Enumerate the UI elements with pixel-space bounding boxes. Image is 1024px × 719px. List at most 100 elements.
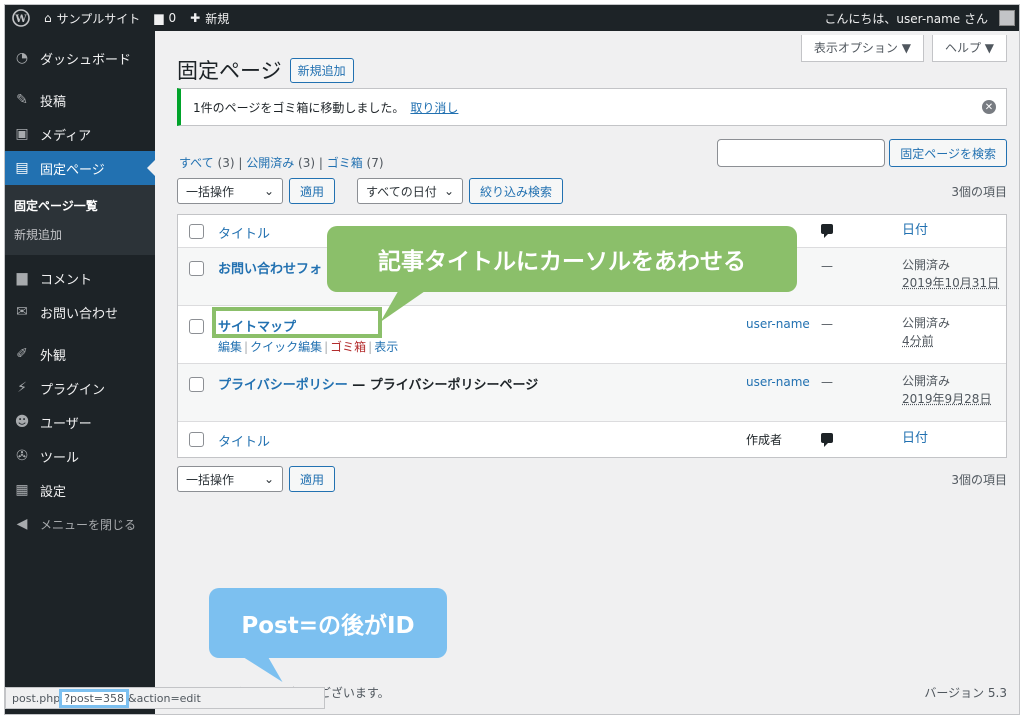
chevron-down-icon: ⌄ (443, 184, 455, 198)
title-highlight-box (212, 307, 382, 338)
user-icon: ☻ (14, 414, 30, 430)
callout-hover-title: 記事タイトルにカーソルをあわせる (327, 226, 797, 292)
collapse-menu-button[interactable]: ◀ メニューを閉じる (5, 507, 155, 541)
view-link[interactable]: 表示 (374, 340, 398, 354)
trash-link[interactable]: ゴミ箱 (330, 340, 366, 354)
sidebar-item-settings[interactable]: ▦ 設定 (5, 473, 155, 507)
success-notice: 1件のページをゴミ箱に移動しました。 取り消し ✕ (177, 88, 1007, 126)
column-author-footer: 作成者 (746, 433, 783, 447)
home-icon: ⌂ (44, 11, 52, 25)
my-account-link[interactable]: こんにちは、user-name さん (817, 5, 1019, 31)
sidebar-item-users[interactable]: ☻ ユーザー (5, 405, 155, 439)
media-icon: ▣ (15, 126, 29, 142)
brush-icon: ✐ (16, 346, 28, 362)
date-cell: 公開済み 2019年10月31日 (902, 258, 1000, 290)
column-title-header[interactable]: タイトル (218, 223, 270, 242)
bulk-action-select[interactable]: 一括操作 ⌄ (177, 466, 283, 492)
items-count: 3個の項目 (951, 184, 1007, 199)
sidebar-item-pages[interactable]: ▤ 固定ページ (5, 151, 155, 185)
column-date-footer[interactable]: 日付 (902, 430, 928, 448)
select-all-checkbox[interactable] (189, 224, 204, 239)
new-content-link[interactable]: ✚ 新規 (183, 5, 236, 31)
comments-link[interactable]: ▆ 0 (147, 5, 183, 31)
help-button[interactable]: ヘルプ ▼ (931, 35, 1007, 62)
tablenav-top: 一括操作 ⌄ 適用 すべての日付 ⌄ 絞り込み検索 3個の項目 (177, 177, 1007, 205)
page-title-link[interactable]: お問い合わせフォ (218, 258, 322, 277)
wrench-icon: ✇ (16, 448, 28, 464)
post-id-highlight: ?post=358 (59, 688, 130, 708)
edit-link[interactable]: 編集 (218, 340, 242, 354)
table-row: プライバシーポリシー — プライバシーポリシーページ user-name — 公… (178, 364, 1006, 422)
filter-button[interactable]: 絞り込み検索 (469, 178, 564, 204)
author-link[interactable]: user-name (746, 375, 810, 389)
plus-icon: ✚ (190, 11, 201, 25)
apply-button[interactable]: 適用 (289, 466, 336, 492)
dashboard-icon: ◔ (15, 50, 29, 66)
avatar (999, 10, 1015, 26)
page-title-cell: プライバシーポリシー — プライバシーポリシーページ (218, 378, 539, 393)
search-input[interactable] (717, 139, 886, 167)
dismiss-icon[interactable]: ✕ (982, 100, 996, 114)
page-title: 固定ページ (177, 59, 282, 83)
admin-bar: W ⌂ サンプルサイト ▆ 0 ✚ 新規 こんにちは、user-name さん (5, 5, 1019, 31)
settings-icon: ▦ (15, 482, 29, 498)
bulk-action-select[interactable]: 一括操作 ⌄ (177, 178, 283, 204)
wordpress-icon: W (12, 9, 30, 27)
date-filter-select[interactable]: すべての日付 ⌄ (357, 178, 464, 204)
apply-button[interactable]: 適用 (289, 178, 336, 204)
chevron-down-icon: ⌄ (263, 472, 274, 486)
sidebar-item-comments[interactable]: ▆ コメント (5, 261, 155, 295)
sidebar-item-appearance[interactable]: ✐ 外観 (5, 337, 155, 371)
sidebar-item-tools[interactable]: ✇ ツール (5, 439, 155, 473)
callout-post-id: Post=の後がID (209, 588, 447, 658)
page-title-link[interactable]: プライバシーポリシー (218, 378, 348, 393)
table-footer: タイトル 作成者 日付 (178, 422, 1006, 457)
comment-icon (821, 223, 833, 238)
tablenav-bottom: 一括操作 ⌄ 適用 3個の項目 (177, 465, 1007, 493)
search-pages-button[interactable]: 固定ページを検索 (889, 139, 1007, 167)
row-checkbox[interactable] (189, 377, 204, 392)
browser-frame: W ⌂ サンプルサイト ▆ 0 ✚ 新規 こんにちは、user-name さん … (4, 4, 1020, 715)
submenu-add-new[interactable]: 新規追加 (5, 220, 155, 249)
filter-published[interactable]: 公開済み (246, 156, 294, 170)
site-name-link[interactable]: ⌂ サンプルサイト (37, 5, 147, 31)
wordpress-logo[interactable]: W (5, 5, 37, 31)
sidebar-item-contact[interactable]: ✉ お問い合わせ (5, 295, 155, 329)
submenu-all-pages[interactable]: 固定ページ一覧 (5, 191, 155, 220)
select-all-checkbox[interactable] (189, 432, 204, 447)
row-checkbox[interactable] (189, 261, 204, 276)
row-checkbox[interactable] (189, 319, 204, 334)
comment-icon: ▆ (154, 11, 164, 25)
comment-icon: ▆ (16, 270, 28, 286)
sidebar-item-posts[interactable]: ✎ 投稿 (5, 83, 155, 117)
plugin-icon: ⚡ (17, 380, 27, 396)
undo-link[interactable]: 取り消し (410, 99, 458, 116)
quick-edit-link[interactable]: クイック編集 (250, 340, 322, 354)
items-count: 3個の項目 (951, 472, 1007, 487)
comment-icon (821, 432, 833, 447)
screen-options-button[interactable]: 表示オプション ▼ (800, 35, 924, 62)
page-icon: ▤ (15, 160, 29, 176)
browser-status-bar: post.php ?post=358 &action=edit (5, 687, 325, 709)
pin-icon: ✎ (16, 92, 28, 108)
sidebar-item-dashboard[interactable]: ◔ ダッシュボード (5, 41, 155, 75)
column-title-footer[interactable]: タイトル (218, 431, 270, 450)
status-filters: すべて (3) | 公開済み (3) | ゴミ箱 (7) (179, 156, 384, 170)
date-cell: 公開済み 2019年9月28日 (902, 374, 992, 406)
sidebar-item-plugins[interactable]: ⚡ プラグイン (5, 371, 155, 405)
chevron-down-icon: ⌄ (263, 184, 274, 198)
add-new-button[interactable]: 新規追加 (289, 57, 354, 83)
row-actions: 編集 | クイック編集 | ゴミ箱 | 表示 (218, 340, 399, 354)
date-cell: 公開済み 4分前 (902, 316, 951, 348)
screen-meta-links: 表示オプション ▼ ヘルプ ▼ (800, 35, 1007, 62)
collapse-icon: ◀ (16, 516, 28, 532)
search-box: 固定ページを検索 (717, 139, 1007, 167)
admin-sidebar: ◔ ダッシュボード ✎ 投稿 ▣ メディア ▤ 固定ページ 固定ページ一覧 新規追加 ▆… (5, 31, 155, 714)
mail-icon: ✉ (16, 304, 28, 320)
sidebar-item-media[interactable]: ▣ メディア (5, 117, 155, 151)
filter-trash[interactable]: ゴミ箱 (327, 156, 363, 170)
author-link[interactable]: user-name (746, 317, 810, 331)
footer-version: バージョン 5.3 (924, 686, 1007, 700)
column-date-header[interactable]: 日付 (902, 222, 928, 240)
filter-all[interactable]: すべて (179, 156, 214, 170)
